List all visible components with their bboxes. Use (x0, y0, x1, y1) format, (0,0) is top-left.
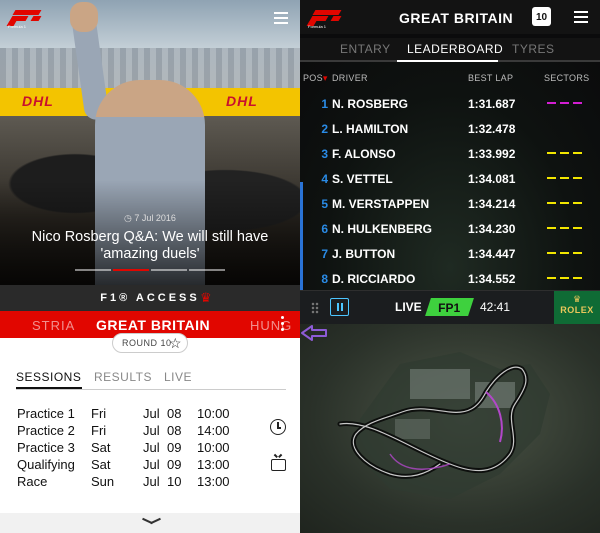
sessions-table: Practice 1 Fri Jul 08 10:00 Practice 2 F… (17, 406, 287, 491)
driver-name: N. HULKENBERG (332, 222, 433, 236)
tab-live[interactable]: LIVE (164, 370, 192, 384)
leaderboard: POS▾ DRIVER BEST LAP SECTORS 1 N. ROSBERG… (300, 62, 600, 290)
calendar-icon[interactable]: 10 (532, 7, 551, 26)
sector-indicator (547, 102, 583, 105)
rolex-logo[interactable]: ♛ ROLEX (554, 291, 600, 324)
left-header: Formula 1 (0, 0, 300, 36)
best-lap-time: 1:33.992 (468, 147, 516, 161)
hamburger-menu-icon[interactable] (274, 12, 288, 24)
tv-icon[interactable] (271, 459, 286, 471)
column-header-sectors[interactable]: SECTORS (544, 73, 589, 83)
tab-tyres[interactable]: TYRES (512, 42, 555, 56)
driver-name: D. RICCIARDO (332, 272, 416, 286)
tab-sessions[interactable]: SESSIONS (16, 370, 81, 384)
position-number: 1 (321, 97, 328, 111)
timing-tabs: ENTARY LEADERBOARD TYRES (300, 38, 600, 62)
live-timing-panel: Formula 1 GREAT BRITAIN 10 ENTARY LEADER… (300, 0, 600, 533)
sector-indicator (547, 277, 583, 280)
position-number: 8 (321, 272, 328, 286)
crown-icon: ♛ (200, 290, 212, 305)
leaderboard-row[interactable]: 8 D. RICCIARDO 1:34.552 (300, 272, 600, 290)
session-row[interactable]: Practice 3 Sat Jul 09 10:00 (17, 440, 287, 457)
schedule-tabs: SESSIONS RESULTS LIVE (16, 370, 286, 390)
clock-icon[interactable] (270, 419, 286, 435)
best-lap-time: 1:34.447 (468, 247, 516, 261)
leaderboard-row[interactable]: 1 N. ROSBERG 1:31.687 (300, 97, 600, 122)
best-lap-time: 1:34.230 (468, 222, 516, 236)
leaderboard-row[interactable]: 2 L. HAMILTON 1:32.478 (300, 122, 600, 147)
driver-name: F. ALONSO (332, 147, 396, 161)
position-number: 4 (321, 172, 328, 186)
best-lap-time: 1:32.478 (468, 122, 516, 136)
best-lap-time: 1:34.081 (468, 172, 516, 186)
rolex-crown-icon: ♛ (572, 294, 582, 304)
sector-indicator (547, 202, 583, 205)
column-header-best-lap[interactable]: BEST LAP (468, 73, 513, 83)
driver-name: M. VERSTAPPEN (332, 197, 430, 211)
chevron-down-icon[interactable] (142, 516, 160, 526)
article-title[interactable]: Nico Rosberg Q&A: We will still have 'am… (14, 229, 286, 263)
position-number: 2 (321, 122, 328, 136)
driver-name: J. BUTTON (332, 247, 396, 261)
more-options-icon[interactable] (281, 316, 285, 333)
leaderboard-row[interactable]: 7 J. BUTTON 1:34.447 (300, 247, 600, 272)
driver-name: S. VETTEL (332, 172, 393, 186)
driver-name: L. HAMILTON (332, 122, 409, 136)
live-session-bar: LIVE FP1 42:41 ♛ ROLEX (300, 290, 600, 324)
tab-commentary[interactable]: ENTARY (340, 42, 391, 56)
page-title: GREAT BRITAIN (399, 10, 514, 26)
bottom-drawer[interactable] (0, 513, 300, 533)
position-number: 5 (321, 197, 328, 211)
f1-access-bar[interactable]: F1® ACCESS ♛ (0, 285, 300, 311)
tab-leaderboard[interactable]: LEADERBOARD (407, 42, 503, 56)
drag-handle-icon[interactable] (311, 302, 319, 314)
active-tab-underline (16, 387, 82, 389)
session-row[interactable]: Qualifying Sat Jul 09 13:00 (17, 457, 287, 474)
race-next[interactable]: HUNG (250, 318, 292, 333)
sector-indicator (547, 177, 583, 180)
position-number: 6 (321, 222, 328, 236)
column-header-driver[interactable]: DRIVER (332, 73, 368, 83)
carousel-indicator[interactable] (75, 269, 225, 272)
back-arrow-icon[interactable] (300, 324, 328, 342)
sector-indicator (547, 152, 583, 155)
silverstone-circuit-map (337, 352, 550, 499)
session-row[interactable]: Race Sun Jul 10 13:00 (17, 474, 287, 491)
sector-indicator (547, 127, 583, 130)
leaderboard-row[interactable]: 5 M. VERSTAPPEN 1:34.214 (300, 197, 600, 222)
driver-name: N. ROSBERG (332, 97, 409, 111)
sector-indicator (547, 227, 583, 230)
f1-logo[interactable]: Formula 1 (6, 7, 48, 29)
hamburger-menu-icon[interactable] (574, 11, 588, 23)
leaderboard-row[interactable]: 3 F. ALONSO 1:33.992 (300, 147, 600, 172)
favourite-star-icon[interactable]: ☆ (169, 335, 182, 352)
live-label: LIVE (395, 300, 422, 314)
best-lap-time: 1:31.687 (468, 97, 516, 111)
best-lap-time: 1:34.214 (468, 197, 516, 211)
pause-button[interactable] (330, 298, 349, 316)
article-date: ◷ 7 Jul 2016 (124, 213, 176, 223)
session-badge: FP1 (425, 298, 474, 316)
race-current[interactable]: GREAT BRITAIN (96, 317, 210, 333)
sector-indicator (547, 252, 583, 255)
session-row[interactable]: Practice 1 Fri Jul 08 10:00 (17, 406, 287, 423)
leaderboard-row[interactable]: 6 N. HULKENBERG 1:34.230 (300, 222, 600, 247)
leaderboard-row[interactable]: 4 S. VETTEL 1:34.081 (300, 172, 600, 197)
round-badge: ROUND 10 ☆ (112, 333, 188, 353)
column-header-pos[interactable]: POS▾ (303, 73, 328, 84)
session-row[interactable]: Practice 2 Fri Jul 08 14:00 (17, 423, 287, 440)
schedule-panel: DHL DHL DHL DHL Formula 1 ◷ 7 Jul 2016 N… (0, 0, 300, 533)
right-header: Formula 1 GREAT BRITAIN 10 (300, 0, 600, 34)
position-number: 3 (321, 147, 328, 161)
f1-logo[interactable]: Formula 1 (306, 7, 348, 29)
tab-results[interactable]: RESULTS (94, 370, 152, 384)
position-number: 7 (321, 247, 328, 261)
session-clock: 42:41 (480, 300, 511, 314)
race-prev[interactable]: STRIA (32, 318, 75, 333)
track-map[interactable] (300, 324, 600, 533)
best-lap-time: 1:34.552 (468, 272, 516, 286)
